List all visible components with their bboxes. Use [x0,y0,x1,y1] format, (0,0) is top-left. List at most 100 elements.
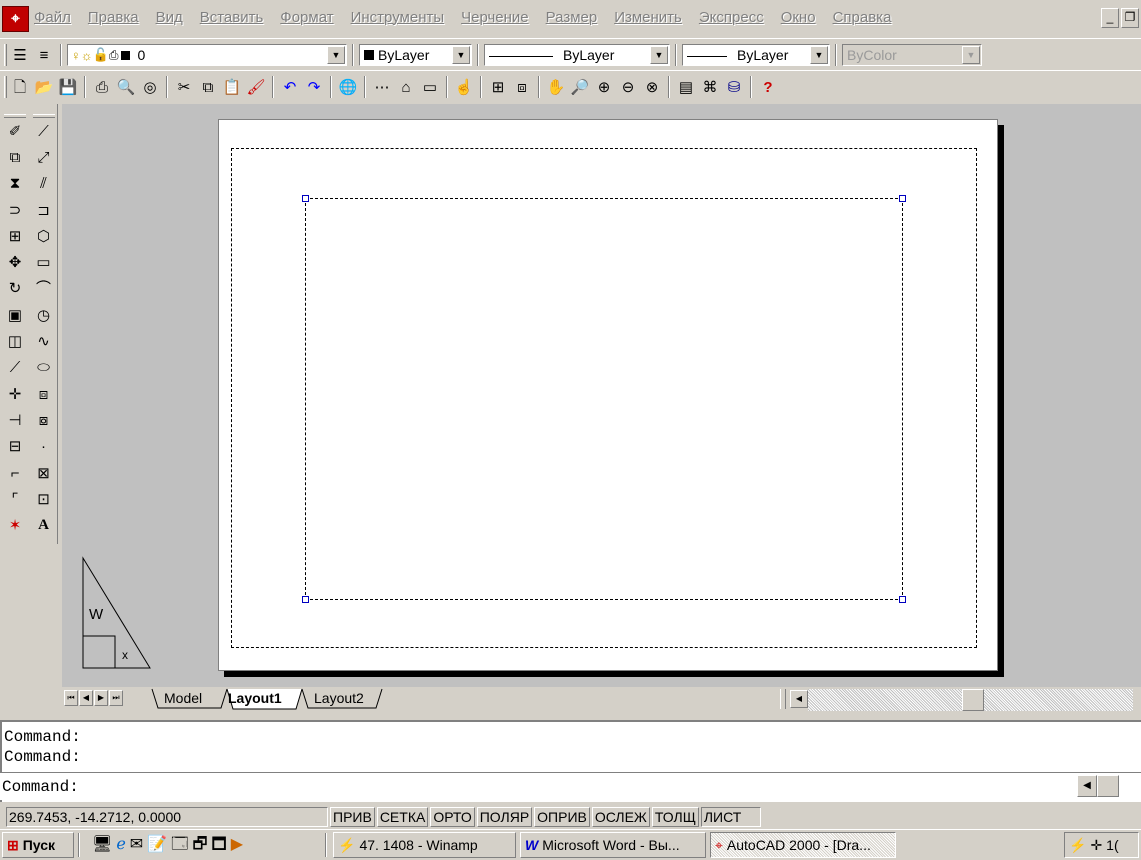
extend-icon[interactable]: ⊣ [3,407,27,433]
construction-line-icon[interactable]: ⤢ [32,144,56,170]
menu-dimension[interactable]: Размер [546,9,598,31]
coordinate-display[interactable]: 269.7453, -14.2712, 0.0000 [6,807,328,827]
break-icon[interactable]: ⊟ [3,434,27,460]
command-line[interactable]: Command: ◀ [0,772,1141,800]
chevron-down-icon[interactable]: ▼ [452,46,470,64]
taskbar-button-autocad[interactable]: ⌖ AutoCAD 2000 - [Dra... [710,832,896,858]
properties-icon[interactable]: ▤ [675,76,697,98]
last-tab-button[interactable]: ⏭ [109,690,123,706]
hatch-icon[interactable]: ⊠ [32,460,56,486]
line-icon[interactable]: ⟋ [32,118,56,144]
toolbar-grip[interactable] [4,44,7,66]
taskbar-button-word[interactable]: W Microsoft Word - Вы... [520,832,706,858]
menu-window[interactable]: Окно [781,9,816,31]
toolbar-grip[interactable] [4,76,7,98]
zoom-realtime-icon[interactable]: 🔎 [569,76,591,98]
toggle-grid[interactable]: СЕТКА [376,807,429,827]
print-icon[interactable]: ⎙ [91,76,113,98]
rectangle-icon[interactable]: ▭ [32,249,56,275]
menu-express[interactable]: Экспресс [699,9,764,31]
layout-viewport[interactable] [305,198,903,600]
app-icon[interactable]: 🗖 [212,833,227,857]
internet-icon[interactable]: 🌐 [337,76,359,98]
hexagon-icon[interactable]: ⬡ [32,223,56,249]
chevron-down-icon[interactable]: ▼ [327,46,345,64]
toggle-osnap[interactable]: ОПРИВ [534,807,590,827]
taskbar-button-winamp[interactable]: ⚡ 47. 1408 - Winamp [333,832,516,858]
erase-icon[interactable]: ✐ [3,118,27,144]
zoom-window-icon[interactable]: ⊕ [593,76,615,98]
menu-tools[interactable]: Инструменты [351,9,445,31]
menu-file[interactable]: Файл [34,9,71,31]
menu-format[interactable]: Формат [280,9,333,31]
make-object-layer-current-icon[interactable]: ≡ [33,44,55,66]
pan-icon[interactable]: ☝ [453,76,475,98]
tray-cursor-icon[interactable]: ✛ [1090,833,1102,857]
inquiry-icon[interactable]: ▭ [419,76,441,98]
autocad-app-icon[interactable]: ⌖ [2,6,29,32]
notepad-icon[interactable]: 📝 [147,833,167,857]
tab-layout2[interactable]: Layout2 [308,689,370,709]
named-views-icon[interactable]: ⊞ [487,76,509,98]
offset-icon[interactable]: ⊃ [3,197,27,223]
start-button[interactable]: ⊞ Пуск [2,832,74,858]
tray-app-icon[interactable]: ⚡ [1069,833,1086,857]
help-icon[interactable]: ? [757,76,779,98]
arc-icon[interactable]: ⌒ [32,276,56,302]
chevron-down-icon[interactable]: ▼ [810,46,828,64]
insert-block-icon[interactable]: ⧈ [32,381,56,407]
lineweight-dropdown[interactable]: ByLayer ▼ [682,44,830,66]
menu-edit[interactable]: Правка [88,9,139,31]
design-center-icon[interactable]: ⌘ [699,76,721,98]
horizontal-scroll-thumb[interactable] [962,689,984,711]
mtext-icon[interactable]: A [32,512,56,538]
toggle-otrack[interactable]: ОСЛЕЖ [591,807,650,827]
layer-dropdown[interactable]: ♀ ☼ 🔓 ⎙ 0 ▼ [67,44,347,66]
fillet-icon[interactable]: ⌜ [3,486,27,512]
outlook-icon[interactable]: ✉ [130,833,143,857]
scroll-left-button[interactable]: ◀ [790,690,808,708]
ucs-icon[interactable]: ⌂ [395,76,417,98]
viewport-grip-bottom-left[interactable] [302,596,309,603]
tab-layout1[interactable]: Layout1 [222,689,288,709]
menu-modify[interactable]: Изменить [614,9,682,31]
spline-icon[interactable]: ∿ [32,328,56,354]
lengthen-icon[interactable]: ⟋ [3,355,27,381]
save-icon[interactable]: 💾 [57,76,79,98]
point-icon[interactable]: · [32,434,56,460]
region-icon[interactable]: ⊡ [32,486,56,512]
linetype-dropdown[interactable]: ByLayer ▼ [484,44,670,66]
stretch-icon[interactable]: ◫ [3,328,27,354]
copy-icon[interactable]: ⧉ [197,76,219,98]
first-tab-button[interactable]: ⏮ [64,690,78,706]
chamfer-icon[interactable]: ⌐ [3,460,27,486]
scale-icon[interactable]: ▣ [3,302,27,328]
command-scroll-track[interactable] [1119,775,1139,797]
zoom-previous-icon[interactable]: ⊖ [617,76,639,98]
winamp-quicklaunch-icon[interactable]: ▶ [231,833,243,857]
object-snap-icon[interactable]: ⋯ [371,76,393,98]
command-scroll-thumb[interactable] [1097,775,1119,797]
menu-draw[interactable]: Черчение [461,9,529,31]
polyline-icon[interactable]: ⫽ [32,171,56,197]
app-icon[interactable]: 🗔 [171,833,188,857]
new-file-icon[interactable]: 🗋 [9,76,31,98]
pan-realtime-icon[interactable]: ✋ [545,76,567,98]
rotate-icon[interactable]: ↻ [3,276,27,302]
app-icon[interactable]: 🗗 [192,833,207,857]
open-file-icon[interactable]: 📂 [33,76,55,98]
toggle-ortho[interactable]: ОРТО [430,807,475,827]
ellipse-icon[interactable]: ⬭ [32,355,56,381]
desktop-icon[interactable]: 🖥 [92,833,112,857]
mirror-icon[interactable]: ⧗ [3,171,27,197]
undo-icon[interactable]: ↶ [279,76,301,98]
match-properties-icon[interactable]: 🖌 [245,76,267,98]
minimize-button[interactable]: _ [1101,8,1119,28]
copy-object-icon[interactable]: ⧉ [3,144,27,170]
menu-view[interactable]: Вид [156,9,183,31]
make-block-icon[interactable]: ⧇ [32,407,56,433]
tab-split-handle[interactable] [780,689,786,709]
polygon-icon[interactable]: ⊐ [32,197,56,223]
paste-icon[interactable]: 📋 [221,76,243,98]
viewport-grip-bottom-right[interactable] [899,596,906,603]
